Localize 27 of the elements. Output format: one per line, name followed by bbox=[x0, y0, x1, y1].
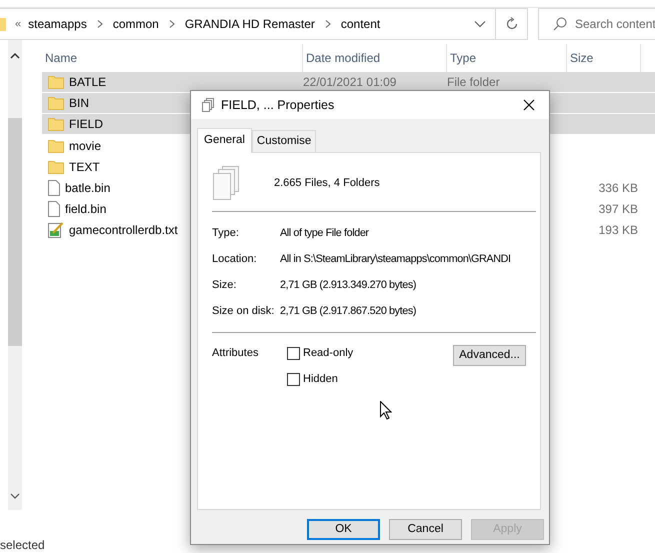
property-value: 2,71 GB (2.913.349.270 bytes) bbox=[280, 278, 416, 294]
file-name: BIN bbox=[69, 95, 90, 112]
property-value: 2,71 GB (2.917.867.520 bytes) bbox=[280, 304, 416, 320]
checkbox-label: Read-only bbox=[303, 346, 354, 362]
file-name: movie bbox=[69, 138, 102, 154]
date-text: 22/01/2021 01:09 bbox=[303, 75, 396, 89]
attributes-label: Attributes bbox=[212, 346, 260, 362]
file-name: field.bin bbox=[65, 200, 106, 218]
size-text: 193 KB bbox=[598, 222, 638, 236]
property-label: Location: bbox=[212, 252, 258, 267]
checkbox-label: Hidden bbox=[303, 372, 338, 387]
size-text: 397 KB bbox=[598, 202, 638, 216]
dialog-title: FIELD, ... Properties bbox=[221, 96, 334, 114]
size-text: 336 KB bbox=[598, 180, 638, 194]
status-text: selected bbox=[0, 537, 45, 553]
property-label: Size on disk: bbox=[212, 304, 276, 319]
file-name: TEXT bbox=[69, 158, 100, 176]
summary-text: 2.665 Files, 4 Folders bbox=[274, 176, 380, 191]
type-text: File folder bbox=[447, 75, 500, 89]
file-name: gamecontrollerdb.txt bbox=[69, 222, 178, 238]
property-label: Size: bbox=[212, 278, 238, 293]
file-name: batle.bin bbox=[65, 180, 110, 196]
file-name: BATLE bbox=[69, 74, 106, 91]
property-value: All in S:\SteamLibrary\steamapps\common\GRANDI bbox=[280, 252, 511, 268]
property-value: All of type File folder bbox=[280, 226, 369, 242]
file-name: FIELD bbox=[69, 116, 104, 133]
property-label: Type: bbox=[212, 226, 240, 241]
